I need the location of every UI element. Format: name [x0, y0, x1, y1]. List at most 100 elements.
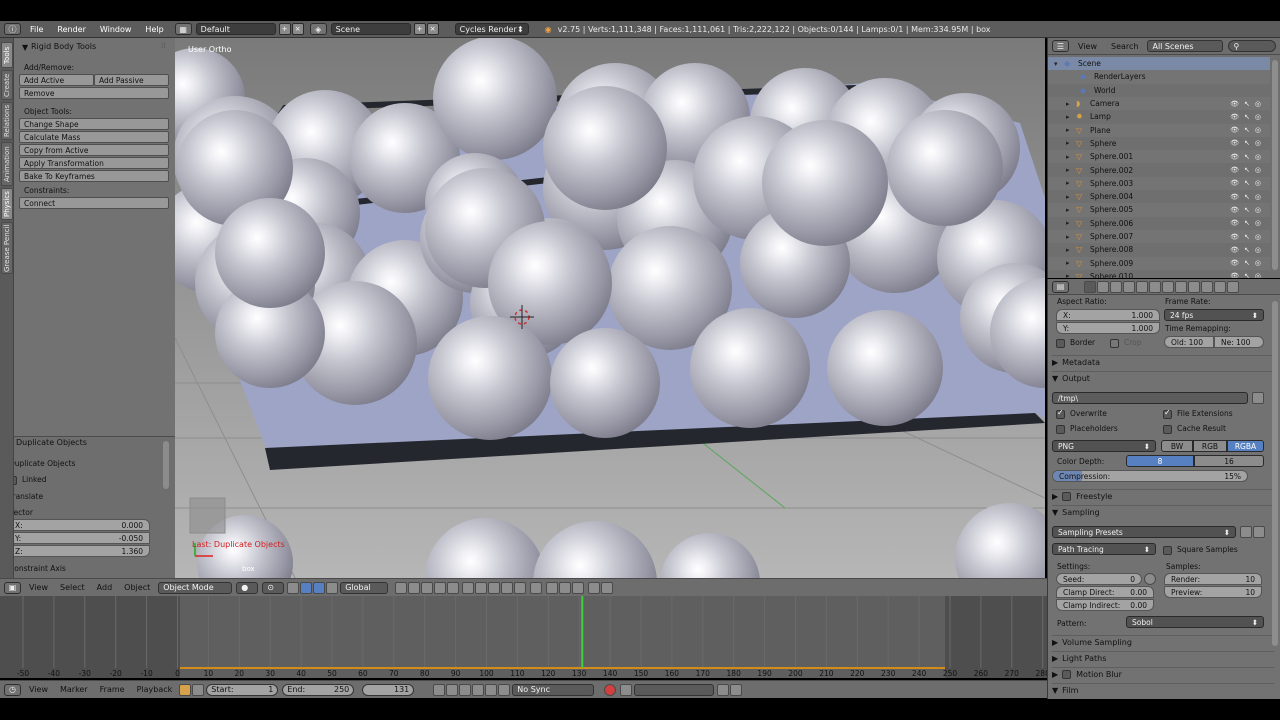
snap-element-button[interactable]	[572, 581, 585, 594]
motion-blur-check[interactable]	[1062, 670, 1072, 679]
calculate-mass-button[interactable]: Calculate Mass	[19, 131, 169, 143]
film-section-header[interactable]: ▼ Film	[1052, 683, 1274, 697]
outliner-search-input[interactable]: ⚲	[1228, 40, 1277, 52]
outliner-row[interactable]: ▸ ▽ Sphere.007 👁↖◎	[1048, 229, 1270, 244]
jump-start-button[interactable]	[433, 683, 446, 696]
current-frame-field[interactable]: 131	[362, 683, 415, 696]
outliner-row[interactable]: ◆ World	[1048, 83, 1270, 97]
expand-arrow-icon[interactable]: ▸	[1066, 139, 1076, 147]
menu-marker[interactable]: Marker	[54, 685, 94, 694]
visibility-toggles-icon[interactable]: 👁↖◎	[1230, 113, 1266, 121]
next-keyframe-button[interactable]	[485, 683, 498, 696]
visibility-toggles-icon[interactable]: 👁↖◎	[1230, 100, 1266, 108]
scene-tab-icon[interactable]	[1110, 280, 1122, 293]
outliner-row[interactable]: ▾ ◆ Scene	[1048, 57, 1270, 71]
visibility-toggles-icon[interactable]: 👁↖◎	[1230, 126, 1266, 134]
preview-samples-field[interactable]: Preview: 10	[1164, 586, 1262, 598]
render-layers-tab-icon[interactable]	[1097, 280, 1109, 293]
cache-result-check[interactable]	[1163, 424, 1172, 434]
prev-keyframe-button[interactable]	[446, 683, 459, 696]
visibility-toggles-icon[interactable]: 👁↖◎	[1230, 272, 1266, 278]
time-new-field[interactable]: Ne: 100	[1214, 336, 1264, 348]
visibility-toggles-icon[interactable]: 👁↖◎	[1230, 219, 1266, 227]
delete-key-button[interactable]	[730, 683, 743, 696]
drag-handle-icon[interactable]: ⁞⁞	[161, 41, 166, 50]
jump-end-button[interactable]	[498, 683, 511, 696]
visibility-toggles-icon[interactable]: 👁↖◎	[1230, 166, 1266, 174]
3d-viewport[interactable]: User Ortho Last: Duplicate Objects box	[175, 38, 1045, 578]
visibility-toggles-icon[interactable]: 👁↖◎	[1230, 139, 1266, 147]
overwrite-checkbox[interactable]: Overwrite	[1056, 408, 1107, 419]
motion-blur-section-header[interactable]: ▶ Motion Blur	[1052, 667, 1274, 681]
manipulator-toggle[interactable]	[287, 581, 300, 594]
placeholders-checkbox[interactable]: Placeholders	[1056, 424, 1118, 434]
play-reverse-button[interactable]	[459, 683, 472, 696]
orientation-select[interactable]: Global	[340, 581, 389, 594]
remove-scene-button[interactable]: ×	[426, 23, 439, 35]
depth-16-button[interactable]: 16	[1194, 455, 1264, 467]
preview-range-button[interactable]	[179, 683, 192, 696]
expand-arrow-icon[interactable]: ▸	[1066, 206, 1076, 214]
particles-tab-icon[interactable]	[1214, 280, 1226, 293]
metadata-section-header[interactable]: ▶ Metadata	[1052, 355, 1274, 369]
folder-browse-icon[interactable]	[1252, 392, 1264, 404]
aspect-x-field[interactable]: X: 1.000	[1056, 309, 1160, 321]
expand-arrow-icon[interactable]: ▸	[1066, 100, 1076, 108]
lock-layers-button[interactable]	[530, 581, 543, 594]
camera-view-widget[interactable]	[189, 497, 226, 534]
object-tab-icon[interactable]	[1136, 280, 1148, 293]
texture-tab-icon[interactable]	[1201, 280, 1213, 293]
expand-arrow-icon[interactable]: ▸	[1066, 219, 1076, 227]
file-extensions-checkbox[interactable]: File Extensions	[1163, 408, 1233, 419]
add-passive-button[interactable]: Add Passive	[94, 74, 169, 86]
outliner-row[interactable]: ◆ RenderLayers	[1048, 70, 1270, 84]
display-mode-select[interactable]: All Scenes	[1147, 40, 1224, 52]
vector-z-field[interactable]: Z: 1.360	[8, 545, 150, 557]
render-engine-select[interactable]: Cycles Render ⬍	[454, 23, 529, 35]
outliner-row[interactable]: ▸ ▽ Sphere.010 👁↖◎	[1048, 269, 1270, 278]
tab-physics[interactable]: Physics	[1, 188, 13, 220]
color-rgba-button[interactable]: RGBA	[1227, 440, 1264, 452]
visibility-toggles-icon[interactable]: 👁↖◎	[1230, 259, 1266, 267]
outliner-row[interactable]: ▸ ▽ Sphere.005 👁↖◎	[1048, 203, 1270, 217]
expand-arrow-icon[interactable]: ▸	[1066, 179, 1076, 187]
border-check[interactable]	[1056, 338, 1065, 348]
output-section-header[interactable]: ▼ Output	[1052, 371, 1274, 385]
menu-render[interactable]: Render	[50, 25, 92, 34]
visibility-toggles-icon[interactable]: 👁↖◎	[1230, 193, 1266, 201]
bake-to-keyframes-button[interactable]: Bake To Keyframes	[19, 170, 169, 182]
expand-arrow-icon[interactable]: ▾	[1054, 60, 1064, 68]
cache-result-checkbox[interactable]: Cache Result	[1163, 424, 1226, 434]
menu-select[interactable]: Select	[54, 583, 91, 592]
menu-view[interactable]: View	[23, 685, 54, 694]
editor-type-icon[interactable]: ▣	[4, 581, 21, 594]
screen-layout-field[interactable]: Default	[195, 23, 276, 35]
sampling-presets-select[interactable]: Sampling Presets ⬍	[1052, 526, 1236, 538]
record-button[interactable]	[604, 683, 617, 696]
menu-window[interactable]: Window	[93, 25, 139, 34]
scene-field[interactable]: Scene	[330, 23, 411, 35]
copy-from-active-button[interactable]: Copy from Active	[19, 144, 169, 156]
menu-add[interactable]: Add	[91, 583, 119, 592]
timeline[interactable]: -50 -40 -30 -20 -10 0 10 20 30 40 50 60 70 80 90 100 110…	[0, 596, 1047, 678]
change-shape-button[interactable]: Change Shape	[19, 118, 169, 130]
pattern-select[interactable]: Sobol ⬍	[1126, 616, 1264, 628]
time-old-field[interactable]: Old: 100	[1164, 336, 1214, 348]
tab-create[interactable]: Create	[1, 70, 13, 100]
menu-playback[interactable]: Playback	[131, 685, 179, 694]
pivot-select[interactable]: ⊙	[262, 581, 285, 594]
operator-scrollbar[interactable]	[163, 441, 169, 489]
insert-key-button[interactable]	[717, 683, 730, 696]
integrator-select[interactable]: Path Tracing ⬍	[1052, 543, 1156, 555]
sync-select[interactable]: No Sync	[512, 683, 595, 696]
tab-relations[interactable]: Relations	[1, 102, 13, 140]
modifiers-tab-icon[interactable]	[1162, 280, 1174, 293]
play-button[interactable]	[472, 683, 485, 696]
end-frame-field[interactable]: End: 250	[282, 683, 355, 696]
depth-8-button[interactable]: 8	[1126, 455, 1194, 467]
start-frame-field[interactable]: Start: 1	[206, 683, 279, 696]
shading-select[interactable]: ●	[236, 581, 259, 594]
sampling-section-header[interactable]: ▼ Sampling	[1052, 505, 1274, 519]
vector-x-field[interactable]: X: 0.000	[8, 519, 150, 531]
outliner-row[interactable]: ▸ ▽ Sphere.003 👁↖◎	[1048, 176, 1270, 190]
